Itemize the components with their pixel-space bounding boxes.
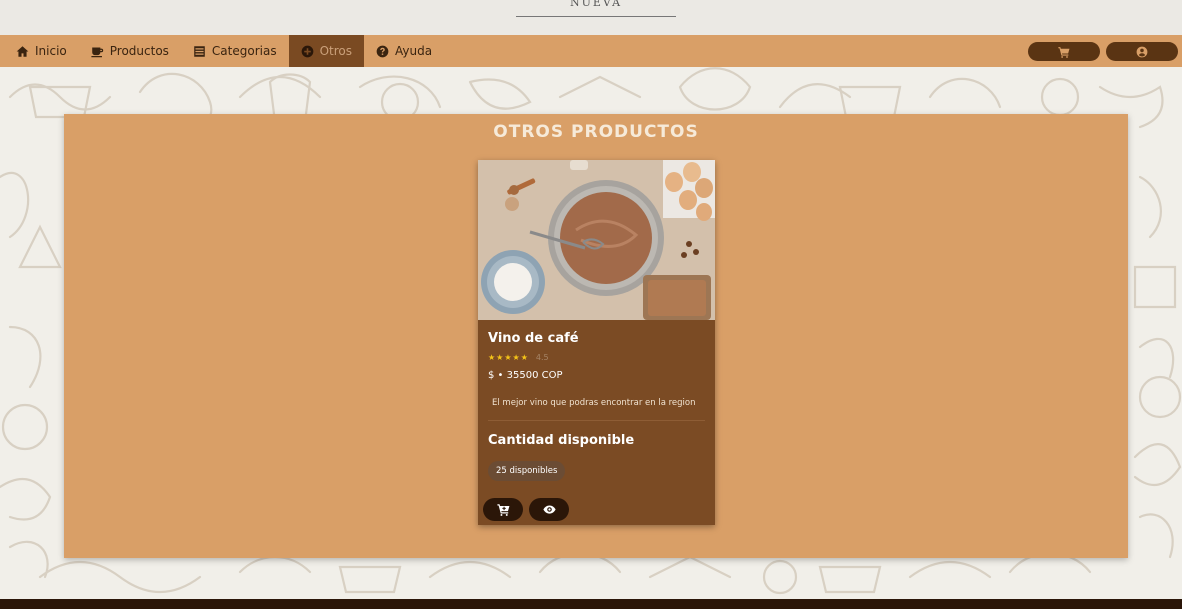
product-image [478,160,715,320]
nav-item-productos[interactable]: Productos [79,35,181,67]
card-divider [488,420,705,421]
navbar: Inicio Productos Categorias Otros Ayuda [0,35,1182,67]
eye-icon [542,505,556,514]
product-price: $ • 35500 COP [488,370,563,381]
brand-underline [516,16,676,17]
star-icon: ★ [496,352,504,362]
product-card: Vino de café ★ ★ ★ ★ ★ 4.5 $ • 35500 COP… [478,160,715,525]
stock-badge: 25 disponibles [488,461,566,481]
brand-strip: NUEVA [0,0,1182,35]
user-button[interactable] [1106,42,1178,61]
rating-value: 4.5 [535,353,549,362]
view-product-button[interactable] [529,498,569,521]
footer [0,599,1182,609]
half-star-icon: ★ [520,352,528,362]
plus-circle-icon [301,45,313,57]
home-icon [16,45,29,57]
star-icon: ★ [504,352,512,362]
brand-logo-text: NUEVA [569,0,623,9]
add-to-cart-button[interactable] [483,498,523,521]
stock-heading: Cantidad disponible [488,433,635,448]
other-products-panel: OTROS PRODUCTOS Vino de café ★ ★ ★ ★ ★ 4… [64,114,1128,558]
product-name: Vino de café [488,331,579,346]
cart-plus-icon [496,504,509,516]
nav-item-label: Inicio [35,44,67,58]
star-icon: ★ [488,352,496,362]
nav-item-ayuda[interactable]: Ayuda [364,35,444,67]
user-circle-icon [1136,46,1148,57]
nav-item-label: Otros [319,44,352,58]
cart-button[interactable] [1028,42,1100,61]
nav-item-inicio[interactable]: Inicio [0,35,79,67]
cart-icon [1058,46,1070,58]
product-rating: ★ ★ ★ ★ ★ 4.5 [488,353,549,362]
product-description: El mejor vino que podras encontrar en la… [492,398,696,408]
nav-item-categorias[interactable]: Categorias [181,35,289,67]
product-card-body: Vino de café ★ ★ ★ ★ ★ 4.5 $ • 35500 COP… [478,320,715,525]
question-circle-icon [376,45,389,57]
list-icon [194,45,205,57]
nav-item-label: Ayuda [395,44,433,58]
star-icon: ★ [512,352,520,362]
nav-item-otros[interactable]: Otros [288,35,364,67]
section-title: OTROS PRODUCTOS [493,122,699,142]
nav-item-label: Productos [109,44,169,58]
coffee-cup-icon [91,46,103,57]
nav-item-label: Categorias [211,44,277,58]
